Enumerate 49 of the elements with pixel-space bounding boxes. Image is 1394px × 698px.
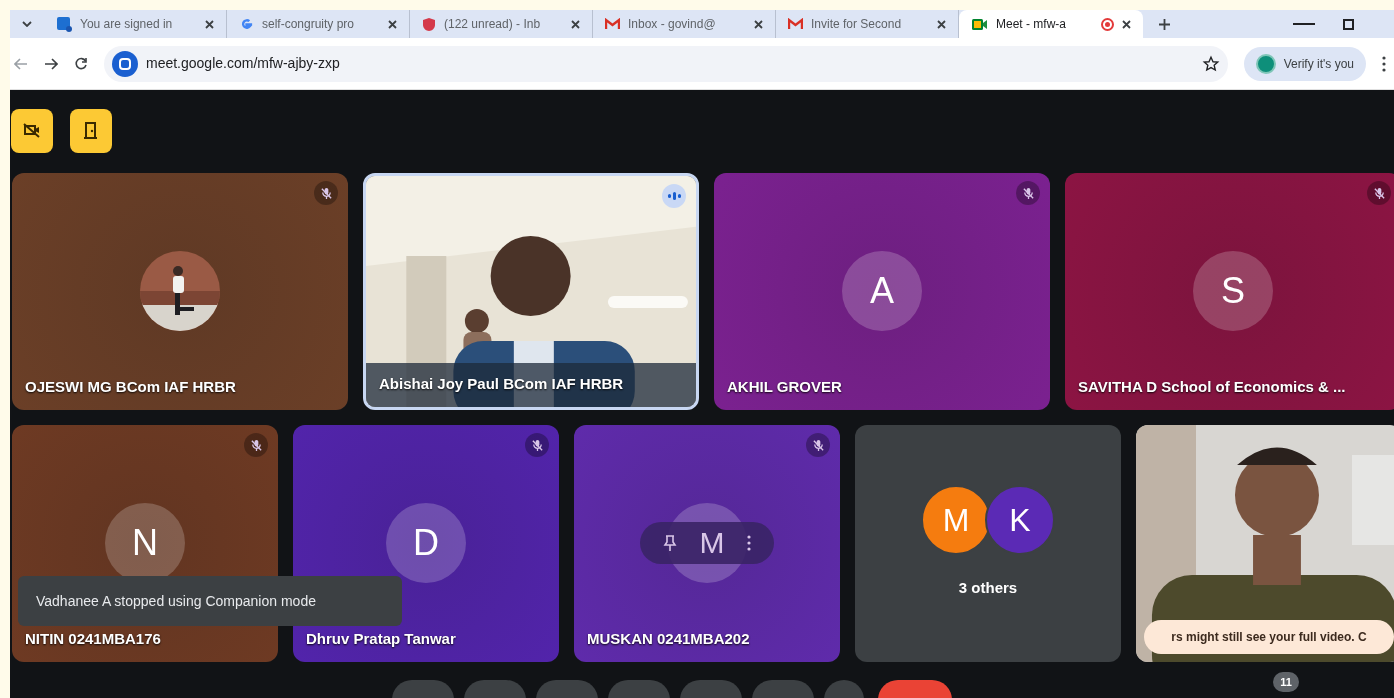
chevron-down-icon[interactable] bbox=[22, 21, 32, 27]
url-text: meet.google.com/mfw-ajby-zxp bbox=[146, 54, 341, 73]
notice-banner: rs might still see your full video. C bbox=[1144, 620, 1394, 654]
participant-name: Abishai Joy Paul BCom IAF HRBR bbox=[379, 373, 624, 394]
others-label: 3 others bbox=[957, 578, 1019, 598]
video-camera-icon bbox=[971, 17, 988, 31]
forward-icon[interactable] bbox=[44, 57, 58, 70]
tab-title: self-congruity pro bbox=[262, 16, 356, 33]
reload-icon[interactable] bbox=[74, 56, 88, 71]
browser-tab[interactable]: Meet - mfw-a bbox=[959, 10, 1143, 38]
close-icon[interactable] bbox=[937, 19, 946, 29]
tab-title: Invite for Second bbox=[811, 16, 903, 33]
address-bar[interactable]: meet.google.com/mfw-ajby-zxp bbox=[104, 45, 1228, 82]
g-logo-icon bbox=[239, 16, 254, 32]
more-options-icon[interactable] bbox=[746, 535, 751, 551]
camera-off-button[interactable] bbox=[11, 109, 53, 153]
toast-notification: Vadhanee A stopped using Companion mode bbox=[18, 576, 402, 626]
tab-title: (122 unread) - Inb bbox=[444, 16, 542, 33]
close-icon[interactable] bbox=[205, 19, 214, 29]
avatar-letter: M bbox=[699, 528, 725, 558]
participant-name: OJESWI MG BCom IAF HRBR bbox=[25, 376, 236, 397]
s-logo-icon bbox=[56, 16, 72, 32]
mail-icon bbox=[788, 18, 803, 30]
pin-icon[interactable] bbox=[663, 535, 678, 551]
participant-name: Dhruv Pratap Tanwar bbox=[306, 628, 456, 649]
participant-name: AKHIL GROVER bbox=[727, 376, 842, 397]
door-button[interactable] bbox=[70, 109, 112, 153]
site-icon bbox=[112, 50, 138, 77]
mail-icon bbox=[605, 18, 620, 30]
tab-title: Meet - mfw-a bbox=[996, 16, 1067, 33]
profile-icon bbox=[1255, 53, 1276, 74]
close-icon[interactable] bbox=[388, 19, 397, 29]
participant-name: MUSKAN 0241MBA202 bbox=[587, 628, 750, 649]
tab-title: Inbox - govind@ bbox=[628, 16, 717, 33]
menu-icon[interactable] bbox=[1382, 55, 1386, 72]
maximize-icon[interactable] bbox=[1343, 18, 1354, 30]
close-icon[interactable] bbox=[571, 19, 580, 29]
close-icon[interactable] bbox=[1122, 19, 1131, 29]
participant-name: SAVITHA D School of Economics & ... bbox=[1078, 376, 1346, 397]
back-icon[interactable] bbox=[14, 57, 28, 70]
shield-icon bbox=[422, 16, 436, 32]
new-tab-icon[interactable] bbox=[1159, 18, 1170, 30]
tab-title: You are signed in bbox=[80, 16, 174, 33]
participant-count-badge: 11 bbox=[1273, 672, 1299, 692]
close-icon[interactable] bbox=[754, 19, 763, 29]
camera-off-icon bbox=[22, 121, 42, 141]
profile-chip[interactable]: Verify it's you bbox=[1243, 46, 1366, 81]
participant-name: NITIN 0241MBA176 bbox=[25, 628, 161, 649]
star-icon[interactable] bbox=[1201, 54, 1220, 73]
